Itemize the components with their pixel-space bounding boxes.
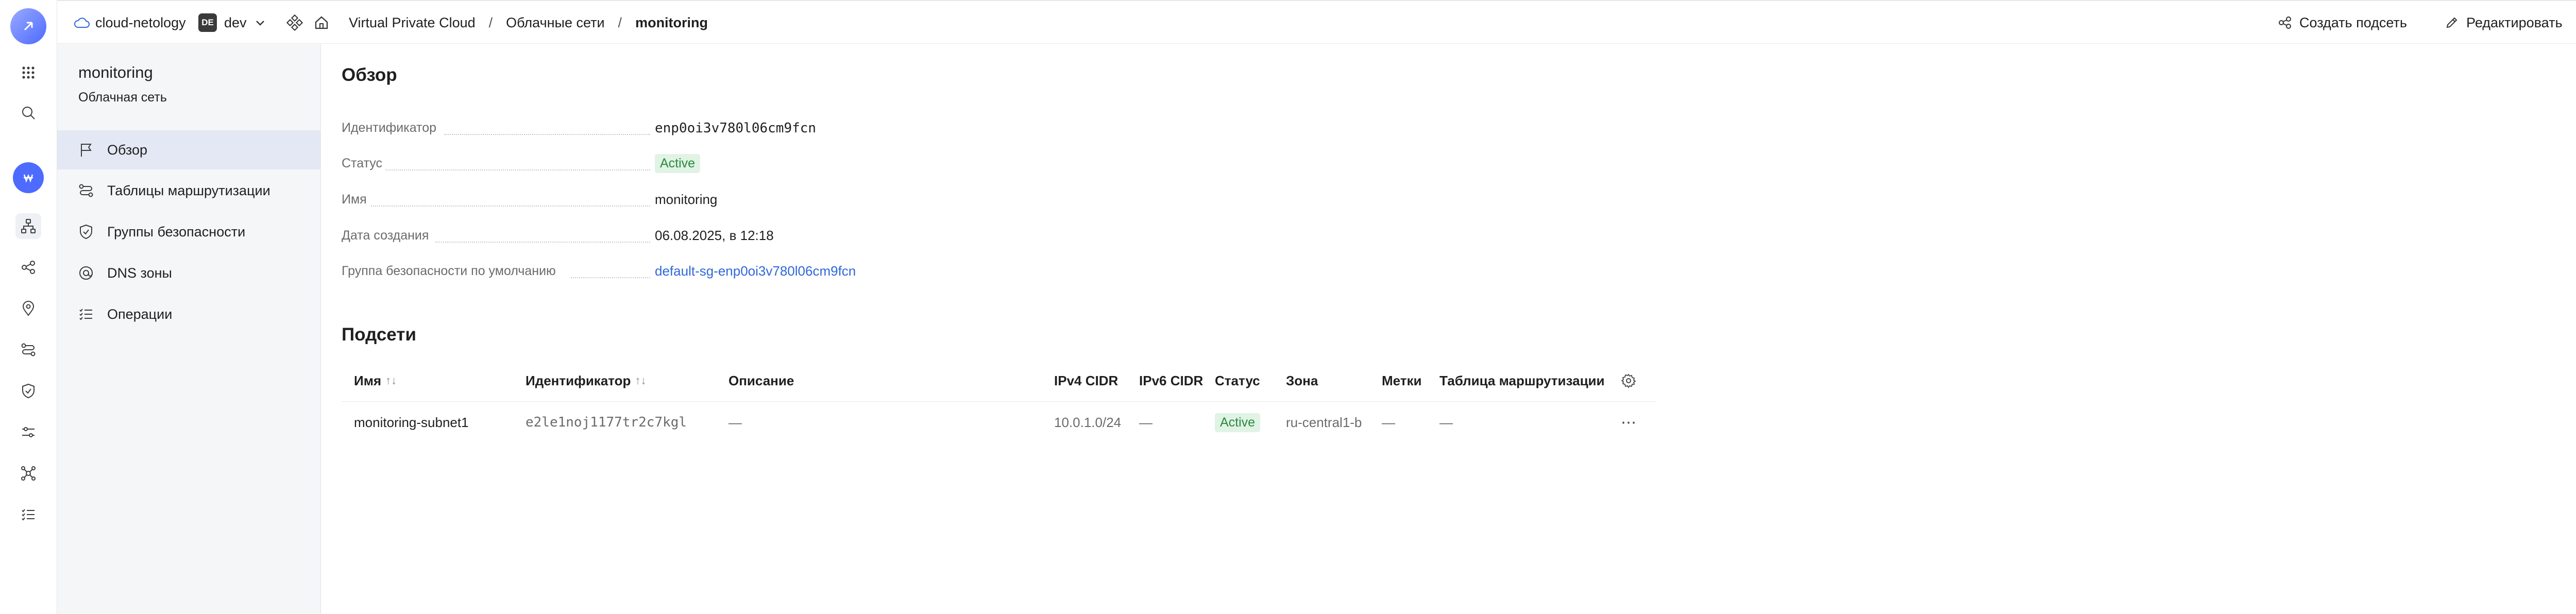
folder-name: dev xyxy=(224,14,247,30)
column-header-id[interactable]: Идентификатор ↑↓ xyxy=(526,370,646,391)
nav-item-operations[interactable]: Операции xyxy=(57,295,320,334)
security-groups-icon[interactable] xyxy=(15,378,41,404)
operations-list-icon[interactable] xyxy=(15,502,41,527)
column-header-labels: Метки xyxy=(1382,372,1422,388)
property-value-name: monitoring xyxy=(655,192,718,207)
overview-title: Обзор xyxy=(342,65,397,85)
sort-icon[interactable]: ↑↓ xyxy=(385,374,397,387)
nav-item-label: Группы безопасности xyxy=(107,224,246,240)
share-nodes-icon xyxy=(2278,15,2292,30)
table-settings-icon[interactable] xyxy=(1621,370,1636,391)
nav-item-overview[interactable]: Обзор xyxy=(57,130,320,169)
resource-side-panel: monitoring Облачная сеть Обзор Таблицы м… xyxy=(57,44,321,614)
shield-icon xyxy=(78,224,94,240)
create-subnet-button[interactable]: Создать подсеть xyxy=(2278,1,2407,44)
resource-type: Облачная сеть xyxy=(78,90,167,105)
column-header-name[interactable]: Имя ↑↓ xyxy=(354,370,397,391)
nav-item-routing-tables[interactable]: Таблицы маршрутизации xyxy=(57,171,320,210)
diagram-icon[interactable] xyxy=(286,1,303,44)
cell-zone: ru-central1-b xyxy=(1286,414,1362,430)
property-value-created: 06.08.2025, в 12:18 xyxy=(655,228,774,243)
cell-id[interactable]: e2le1noj1177tr2c7kgl xyxy=(526,410,687,435)
left-rail xyxy=(0,0,57,614)
cloud-name: cloud-netology xyxy=(95,14,186,30)
route-icon xyxy=(78,182,94,199)
home-icon[interactable] xyxy=(313,1,330,44)
folder-badge: DE xyxy=(198,13,217,32)
edit-button[interactable]: Редактировать xyxy=(2445,1,2563,44)
cloud-logo-icon[interactable] xyxy=(10,8,46,44)
cloud-networks-icon[interactable] xyxy=(15,213,41,239)
cell-labels: — xyxy=(1382,414,1395,430)
property-label-created: Дата создания xyxy=(342,228,429,243)
nav-item-security-groups[interactable]: Группы безопасности xyxy=(57,212,320,251)
property-leader xyxy=(385,169,650,170)
breadcrumb-vpc[interactable]: Virtual Private Cloud xyxy=(349,15,476,31)
list-icon xyxy=(78,306,94,322)
all-services-icon[interactable] xyxy=(15,60,41,86)
property-value-status: Active xyxy=(655,154,701,173)
breadcrumb-separator: / xyxy=(488,14,493,30)
flag-icon xyxy=(78,142,94,158)
column-header-ipv4: IPv4 CIDR xyxy=(1054,372,1118,388)
table-header-divider xyxy=(342,401,1656,402)
breadcrumb: Virtual Private Cloud / Облачные сети / … xyxy=(349,1,708,44)
folder-selector[interactable]: DE dev xyxy=(198,1,266,44)
nav-item-dns-zones[interactable]: DNS зоны xyxy=(57,253,320,293)
row-actions-icon[interactable]: ⋯ xyxy=(1621,410,1636,435)
nav-item-label: DNS зоны xyxy=(107,265,172,281)
breadcrumb-separator: / xyxy=(618,14,622,30)
pencil-icon xyxy=(2445,15,2459,30)
default-security-group-link[interactable]: default-sg-enp0oi3v780l06cm9fcn xyxy=(655,263,856,279)
property-label-id: Идентификатор xyxy=(342,121,437,135)
property-value-id[interactable]: enp0oi3v780l06cm9fcn xyxy=(655,121,816,136)
routing-tables-icon[interactable] xyxy=(15,337,41,363)
property-label-name: Имя xyxy=(342,192,367,207)
column-header-description: Описание xyxy=(728,372,794,388)
property-label-status: Статус xyxy=(342,156,383,170)
cell-description: — xyxy=(728,414,742,430)
breadcrumb-cloud-networks[interactable]: Облачные сети xyxy=(506,15,604,31)
property-leader xyxy=(435,242,650,243)
edit-label: Редактировать xyxy=(2466,14,2563,30)
sort-icon[interactable]: ↑↓ xyxy=(635,374,646,387)
column-header-zone: Зона xyxy=(1286,372,1318,388)
cell-name[interactable]: monitoring-subnet1 xyxy=(354,410,469,435)
status-badge: Active xyxy=(1215,413,1261,432)
column-header-ipv6: IPv6 CIDR xyxy=(1139,372,1204,388)
cell-ipv4: 10.0.1.0/24 xyxy=(1054,414,1122,430)
nav-item-label: Таблицы маршрутизации xyxy=(107,182,270,198)
nav-item-label: Обзор xyxy=(107,142,147,158)
subnets-title: Подсети xyxy=(342,325,416,345)
resource-title: monitoring xyxy=(78,63,153,81)
chevron-down-icon[interactable] xyxy=(254,16,266,29)
top-header: cloud-netology DE dev Virtual Private Cl… xyxy=(57,0,2576,44)
property-leader xyxy=(444,134,650,135)
vpc-service-icon[interactable] xyxy=(13,162,44,193)
create-subnet-label: Создать подсеть xyxy=(2299,14,2407,30)
cell-ipv6: — xyxy=(1139,414,1153,430)
subnets-icon[interactable] xyxy=(15,254,41,280)
property-leader xyxy=(371,206,650,207)
cell-status: Active xyxy=(1215,410,1261,435)
status-badge: Active xyxy=(655,154,701,173)
property-label-default-sg: Группа безопасности по умолчанию xyxy=(342,264,556,278)
breadcrumb-current: monitoring xyxy=(635,14,708,30)
cell-route-table: — xyxy=(1439,414,1453,430)
column-header-route-table: Таблица маршрутизации xyxy=(1439,372,1605,388)
cloud-icon xyxy=(74,17,90,28)
search-icon[interactable] xyxy=(15,100,41,126)
dns-icon xyxy=(78,265,94,281)
nav-item-label: Операции xyxy=(107,306,173,322)
cloud-selector[interactable]: cloud-netology xyxy=(74,1,186,44)
network-topology-icon[interactable] xyxy=(15,460,41,486)
property-leader xyxy=(571,277,650,278)
ip-addresses-icon[interactable] xyxy=(15,296,41,321)
column-header-status: Статус xyxy=(1215,372,1260,388)
gateways-icon[interactable] xyxy=(15,419,41,445)
